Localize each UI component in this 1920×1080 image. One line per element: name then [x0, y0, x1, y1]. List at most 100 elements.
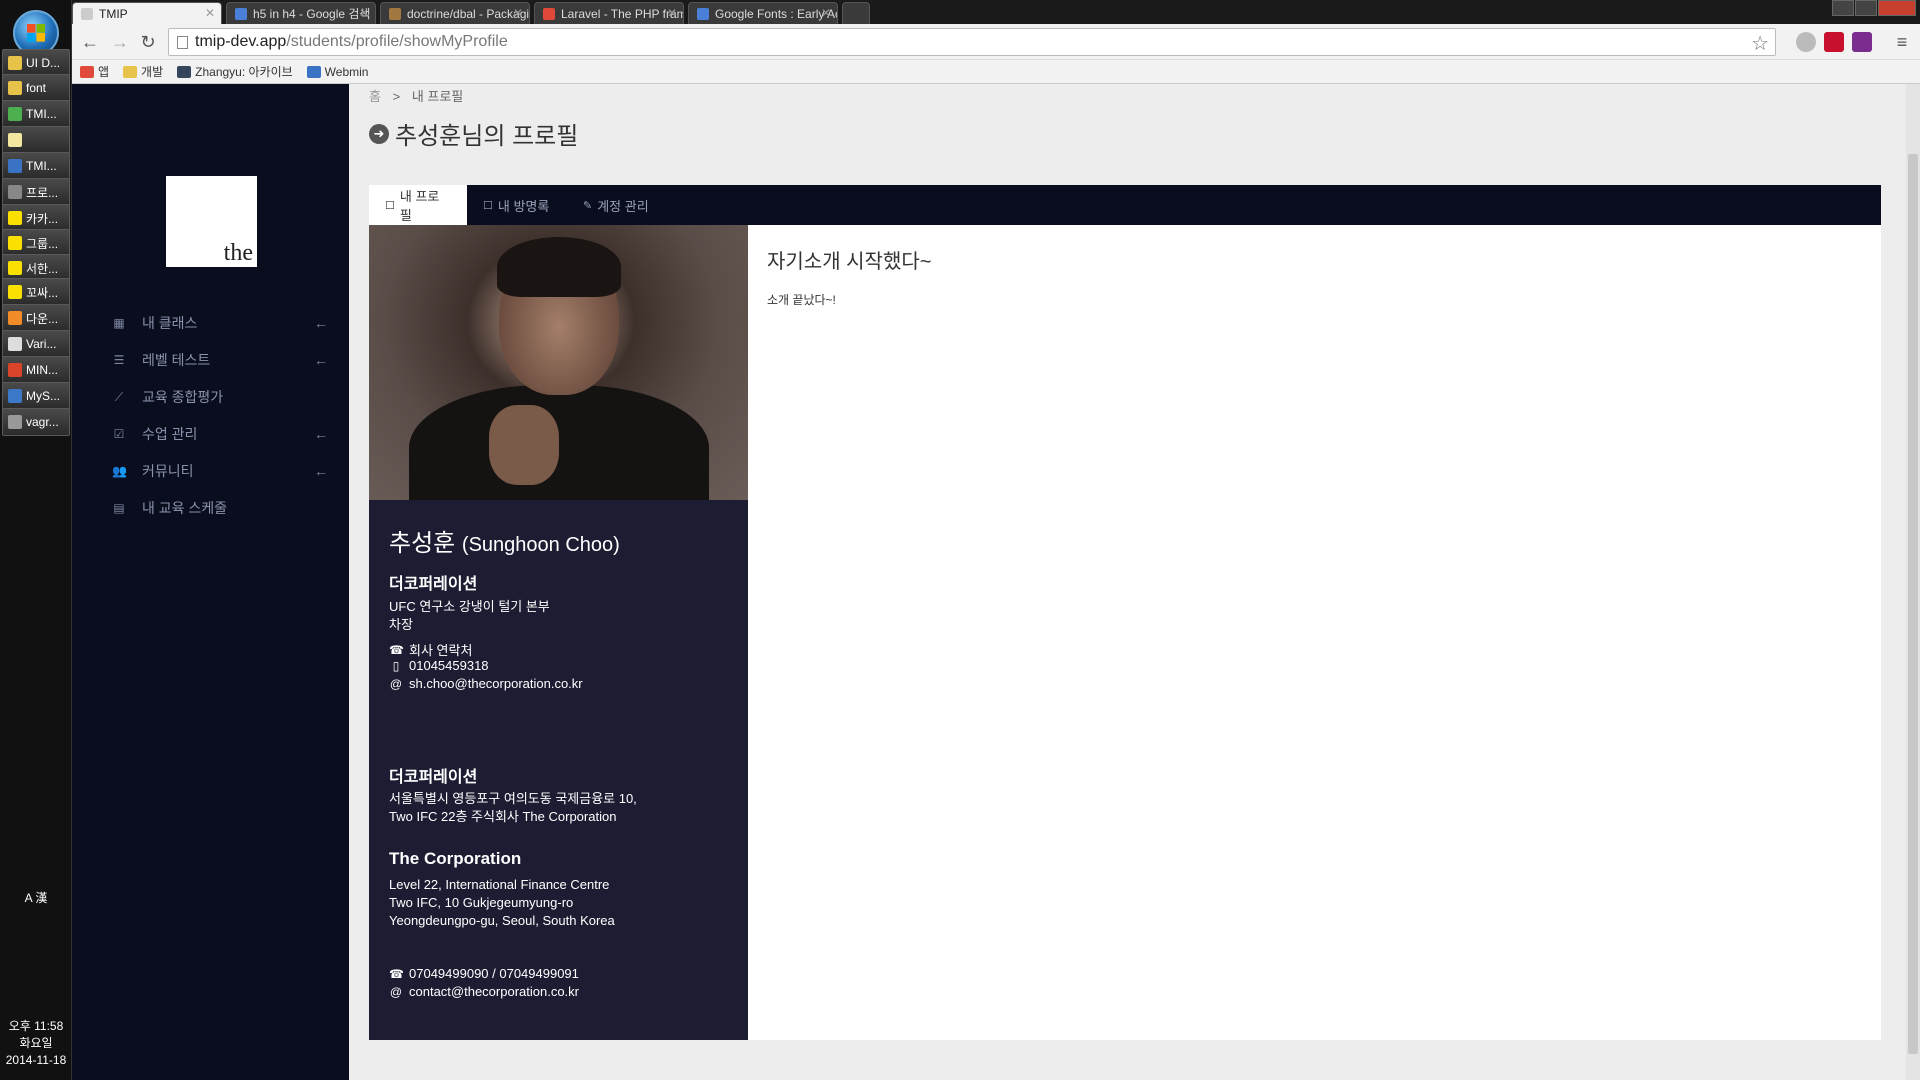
taskbar-item[interactable]: UI D... [2, 49, 70, 77]
app-icon [8, 185, 22, 199]
bookmark-item[interactable]: Webmin [306, 64, 369, 79]
bookmark-item[interactable]: 앱 [80, 63, 109, 80]
browser-tabstrip: TMIP ✕ h5 in h4 - Google 검색 ✕ doctrine/dbal … [72, 0, 1920, 24]
breadcrumb-current: 내 프로필 [411, 89, 464, 104]
phone-label: 회사 연락처 [409, 643, 473, 658]
browser-tab[interactable]: h5 in h4 - Google 검색 ✕ [226, 2, 376, 24]
taskbar-item[interactable]: vagr... [2, 408, 70, 436]
position: 차장 [389, 617, 413, 632]
maximize-button[interactable] [1855, 0, 1877, 16]
kakao-icon [8, 211, 22, 225]
page-scrollbar[interactable] [1906, 84, 1920, 1080]
taskbar-item[interactable]: 그룹... [2, 229, 70, 257]
taskbar-item[interactable]: Vari... [2, 330, 70, 358]
address-en-line1: Level 22, International Finance Centre [389, 877, 610, 892]
close-tab-icon[interactable]: ✕ [205, 6, 215, 20]
taskbar-item[interactable]: 꼬싸... [2, 278, 70, 306]
inbox-icon: ☐ [483, 199, 493, 212]
taskbar-item[interactable]: 카카... [2, 204, 70, 232]
address-bar[interactable]: tmip-dev.app/students/profile/showMyProf… [168, 28, 1776, 56]
browser-tab[interactable]: Laravel - The PHP framew✕ [534, 2, 684, 24]
logo[interactable]: the [166, 176, 257, 267]
bookmark-label: Zhangyu: 아카이브 [195, 65, 293, 79]
address-en-line3: Yeongdeungpo-gu, Seoul, South Korea [389, 913, 615, 928]
bookmarks-bar: 앱 개발 Zhangyu: 아카이브 Webmin [72, 60, 1920, 84]
profile-tab-label: 내 프로필 [399, 189, 440, 223]
profile-panel: 추성훈 (Sunghoon Choo) 더코퍼레이션 UFC 연구소 강냉이 털… [369, 225, 1881, 1040]
close-tab-icon[interactable]: ✕ [513, 6, 523, 20]
sidebar-menu-item[interactable]: ⟋ 교육 종합평가 [72, 382, 349, 412]
taskbar-item[interactable]: font [2, 74, 70, 102]
scrollbar-thumb[interactable] [1908, 154, 1918, 1054]
company-email[interactable]: contact@thecorporation.co.kr [409, 984, 579, 999]
bookmark-star-icon[interactable]: ☆ [1751, 31, 1769, 57]
sidebar-menu-label: 교육 종합평가 [142, 389, 224, 405]
taskbar-item-label: MyS... [26, 389, 61, 403]
bookmark-item[interactable]: Zhangyu: 아카이브 [177, 63, 293, 80]
circle-arrow-icon: ➜ [369, 123, 389, 144]
at-icon: @ [389, 676, 403, 691]
reload-icon[interactable]: ↻ [136, 30, 160, 54]
profile-tab[interactable]: ✎ 계정 관리 [567, 185, 667, 225]
taskbar-item[interactable]: 프로... [2, 178, 70, 206]
close-tab-icon[interactable]: ✕ [359, 6, 369, 20]
expand-arrow-icon[interactable]: ← [314, 426, 328, 442]
sidebar-menu-item[interactable]: 👥 커뮤니티 ← [72, 456, 349, 486]
menu-icon[interactable]: ≡ [1890, 30, 1914, 54]
folder-icon [8, 56, 22, 70]
taskbar-item[interactable]: TMI... [2, 152, 70, 180]
chrome-icon [8, 107, 22, 121]
taskbar-item-label: 카카... [26, 211, 59, 226]
taskbar-item[interactable] [2, 126, 70, 154]
name-korean: 추성훈 [389, 530, 456, 557]
expand-arrow-icon[interactable]: ← [314, 315, 328, 331]
clock[interactable]: 오후 11:58 화요일 2014-11-18 [0, 1018, 72, 1069]
taskbar-item[interactable]: TMI... [2, 100, 70, 128]
webmin-icon [306, 65, 321, 78]
mysql-icon [8, 389, 22, 403]
globe-extension-icon[interactable] [1796, 32, 1816, 52]
taskbar-item[interactable]: 다운... [2, 304, 70, 332]
taskbar-item[interactable]: MIN... [2, 356, 70, 384]
bookmark-label: Webmin [324, 64, 369, 79]
sidebar-menu-item[interactable]: ☰ 레벨 테스트 ← [72, 345, 349, 375]
email[interactable]: sh.choo@thecorporation.co.kr [409, 676, 583, 691]
page-title-text: 추성훈님의 프로필 [395, 123, 579, 150]
sidebar-menu-item[interactable]: ▦ 내 클래스 ← [72, 308, 349, 338]
url-host: tmip-dev.app [195, 33, 287, 50]
download-icon [8, 311, 22, 325]
url-path: /students/profile/showMyProfile [286, 33, 508, 50]
sidebar-menu-label: 수업 관리 [142, 426, 198, 442]
close-window-button[interactable] [1878, 0, 1916, 16]
bookmark-label: 앱 [98, 65, 110, 79]
profile-tab[interactable]: ☐ 내 방명록 [467, 185, 567, 225]
browser-tab[interactable]: Google Fonts : Early Acce✕ [688, 2, 838, 24]
intro-body: 소개 끝났다~! [767, 293, 836, 307]
back-icon[interactable]: ← [78, 30, 102, 54]
taskbar-item-label: 서한... [26, 261, 59, 276]
sidebar-menu-item[interactable]: ▤ 내 교육 스케줄 [72, 493, 349, 523]
forward-icon[interactable]: → [108, 30, 132, 54]
company-phone: 07049499090 / 07049499091 [409, 966, 579, 981]
extension-red-icon[interactable] [1824, 32, 1844, 52]
expand-arrow-icon[interactable]: ← [314, 352, 328, 368]
new-tab-button[interactable] [842, 2, 870, 24]
breadcrumb-home[interactable]: 홈 [369, 89, 381, 104]
calendar-icon: ▤ [113, 501, 125, 515]
sidebar-menu-item[interactable]: ☑ 수업 관리 ← [72, 419, 349, 449]
taskbar-item-label: 프로... [26, 185, 59, 200]
browser-tab[interactable]: doctrine/dbal - Packagist ✕ [380, 2, 530, 24]
list-icon: ☰ [113, 353, 125, 367]
bookmark-item[interactable]: 개발 [123, 63, 163, 80]
taskbar-item[interactable]: MyS... [2, 382, 70, 410]
folder-icon [8, 81, 22, 95]
close-tab-icon[interactable]: ✕ [821, 6, 831, 20]
ime-indicator[interactable]: A 漢 [0, 890, 72, 907]
browser-tab[interactable]: TMIP ✕ [72, 2, 222, 24]
close-tab-icon[interactable]: ✕ [667, 6, 677, 20]
onenote-icon[interactable] [1852, 32, 1872, 52]
expand-arrow-icon[interactable]: ← [314, 463, 328, 479]
phone-icon: ☎ [389, 966, 404, 981]
profile-tab[interactable]: ☐ 내 프로필 [369, 185, 467, 225]
minimize-button[interactable] [1832, 0, 1854, 16]
